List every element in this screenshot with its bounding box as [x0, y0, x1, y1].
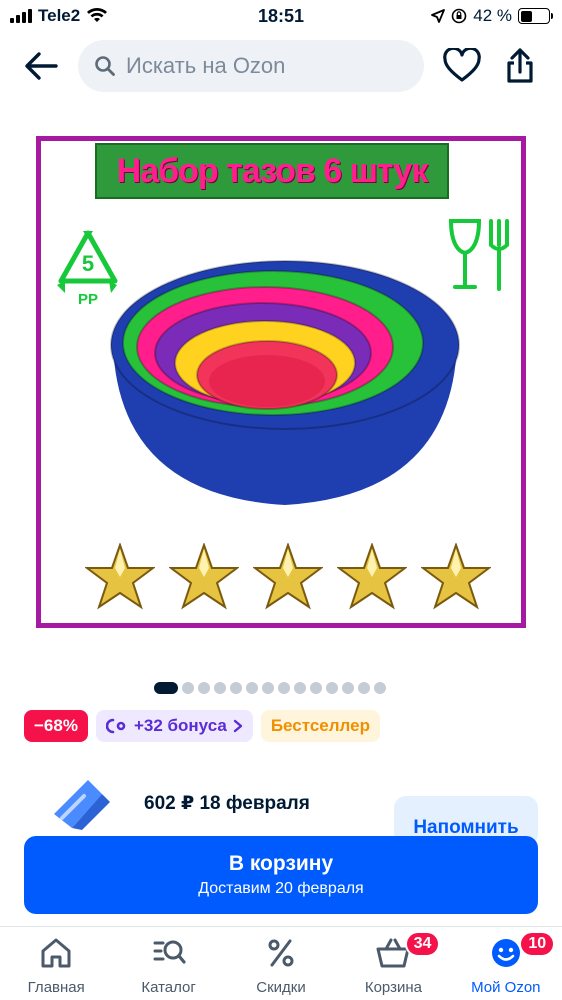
add-to-cart-label: В корзину [228, 852, 334, 875]
promo-banner-text: Набор тазов 6 штук [116, 151, 429, 190]
percent-icon [268, 939, 294, 967]
tab-catalog-label: Каталог [141, 979, 196, 996]
delivery-option-row: 602 ₽ 18 февраля Напомнить [0, 770, 562, 846]
pager-dot[interactable] [326, 682, 338, 694]
tab-home-label: Главная [27, 979, 85, 996]
pager-dot[interactable] [278, 682, 290, 694]
pager-dot[interactable] [358, 682, 370, 694]
heart-icon [443, 46, 481, 82]
back-button[interactable] [22, 48, 62, 84]
profile-notification-badge: 10 [519, 931, 556, 957]
rating-stars [85, 543, 495, 613]
pager-dot[interactable] [262, 682, 274, 694]
status-bar: Tele2 18:51 42 % [0, 0, 562, 34]
pager-dot[interactable] [198, 682, 210, 694]
bowl-set-illustration [110, 260, 460, 505]
bestseller-badge: Бестселлер [260, 710, 380, 742]
bowl-inner [209, 355, 325, 407]
product-image[interactable]: Набор тазов 6 штук 5 PP [36, 136, 526, 628]
pager-dot[interactable] [294, 682, 306, 694]
pager-dot-active[interactable] [154, 682, 178, 694]
delivery-date-label: Доставим 20 февраля [198, 880, 364, 897]
bonus-icon [105, 718, 126, 734]
battery-percent: 42 % [473, 6, 512, 25]
calendar-3d-icon [54, 780, 110, 830]
favorite-button[interactable] [442, 46, 482, 84]
promo-banner: Набор тазов 6 штук [95, 143, 449, 199]
star-icon [85, 543, 155, 610]
pager-dot[interactable] [310, 682, 322, 694]
recycle-code: 5 [82, 251, 94, 276]
status-right: 42 % [431, 6, 553, 26]
location-icon [431, 9, 446, 23]
star-icon [169, 543, 239, 610]
discount-badge: −68% [24, 710, 88, 742]
bestseller-text: Бестселлер [270, 716, 370, 735]
star-icon [421, 543, 491, 610]
gallery-pager[interactable] [154, 682, 386, 694]
tab-my-ozon-label: Мой Ozon [471, 979, 541, 996]
header [0, 38, 562, 94]
pager-dot[interactable] [342, 682, 354, 694]
rotation-lock-icon [451, 8, 467, 24]
search-bar[interactable] [78, 40, 424, 92]
recycle-label: PP [78, 291, 99, 308]
pager-dot[interactable] [230, 682, 242, 694]
add-to-cart-button[interactable]: В корзину Доставим 20 февраля [24, 836, 538, 914]
tab-my-ozon[interactable]: 10 Мой Ozon [450, 927, 562, 1000]
catalog-search-icon [153, 940, 186, 964]
pager-dot[interactable] [182, 682, 194, 694]
pager-dot[interactable] [246, 682, 258, 694]
bottom-tab-bar: Главная Каталог Скидки 34 Корзина 10 Мой… [0, 926, 562, 1000]
star-icon [253, 543, 323, 610]
bonus-text: +32 бонуса [133, 716, 227, 735]
badges-row: −68% +32 бонуса Бестселлер [24, 710, 380, 742]
arrow-left-icon [25, 52, 58, 80]
discount-text: −68% [34, 716, 78, 735]
tab-home[interactable]: Главная [0, 927, 112, 1000]
tab-cart[interactable]: 34 Корзина [337, 927, 449, 1000]
search-input[interactable] [126, 53, 406, 79]
tab-cart-label: Корзина [364, 979, 422, 996]
pager-dot[interactable] [374, 682, 386, 694]
cart-count-badge: 34 [404, 931, 441, 957]
share-button[interactable] [500, 46, 540, 86]
home-icon [41, 938, 71, 968]
star-icon [337, 543, 407, 610]
tab-discounts[interactable]: Скидки [225, 927, 337, 1000]
pager-dot[interactable] [214, 682, 226, 694]
delivery-price-date: 602 ₽ 18 февраля [144, 793, 310, 814]
bonus-badge[interactable]: +32 бонуса [95, 710, 253, 742]
search-icon [95, 56, 115, 76]
tab-discounts-label: Скидки [256, 979, 306, 996]
tab-catalog[interactable]: Каталог [112, 927, 224, 1000]
battery-icon [518, 8, 553, 24]
chevron-right-icon [233, 719, 243, 733]
share-icon [507, 48, 533, 83]
